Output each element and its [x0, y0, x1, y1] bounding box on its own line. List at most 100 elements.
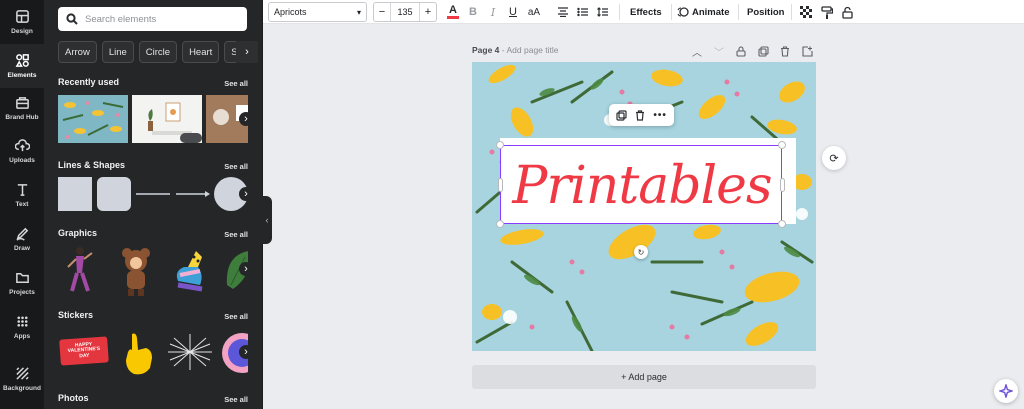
more-options-icon[interactable]: ••• — [653, 110, 667, 121]
trash-svg — [781, 45, 789, 57]
sticker-valentine-text: HAPPY VALENTINE'S DAY — [67, 341, 101, 360]
shape-square[interactable] — [58, 177, 92, 211]
transparency-icon[interactable] — [799, 4, 813, 20]
move-down-chevron-icon[interactable]: ﹀ — [712, 44, 726, 59]
rail-label-apps: Apps — [13, 333, 31, 340]
rail-item-apps[interactable]: Apps — [0, 305, 44, 349]
chip-arrow[interactable]: Arrow — [58, 41, 97, 63]
page-title: Page 4 - Add page title — [472, 45, 558, 55]
lines-shapes-row — [58, 177, 248, 211]
section-title-recently-used: Recently used — [58, 77, 120, 87]
rotate-handle-icon[interactable]: ↻ — [634, 245, 648, 259]
apps-icon — [16, 316, 28, 327]
duplicate-element-icon[interactable] — [616, 109, 627, 121]
recent-thumb-flowers[interactable] — [58, 95, 128, 143]
stickers-next-chevron-icon[interactable]: › — [239, 345, 253, 359]
paint-roller-icon[interactable] — [820, 4, 834, 20]
page-number-label: Page 4 — [472, 45, 500, 55]
font-family-select[interactable]: Apricots ▾ — [268, 2, 367, 22]
rail-item-uploads[interactable]: Uploads — [0, 129, 44, 173]
resize-handle-top-right[interactable] — [778, 141, 786, 149]
chip-heart[interactable]: Heart — [182, 41, 220, 63]
see-all-graphics[interactable]: See all — [224, 230, 248, 239]
page-actions: ︿ ﹀ — [690, 44, 814, 59]
page-title-separator: - — [499, 45, 507, 55]
line-spacing-icon[interactable] — [596, 4, 610, 20]
rail-item-design[interactable]: Design — [0, 0, 44, 44]
graphic-cake-hand[interactable] — [170, 245, 210, 297]
text-color-swatch — [447, 16, 459, 19]
rail-label-draw: Draw — [14, 245, 30, 252]
rail-label-text: Text — [15, 201, 29, 208]
font-size-increase-button[interactable]: + — [420, 3, 436, 21]
graphic-bear-costume[interactable] — [116, 245, 156, 297]
italic-icon[interactable]: I — [486, 4, 500, 20]
rail-item-elements[interactable]: Elements — [0, 44, 44, 88]
background-icon — [15, 367, 29, 380]
chips-next-chevron-icon[interactable]: › — [236, 41, 258, 63]
rail-item-background[interactable]: Background — [0, 357, 44, 401]
resize-handle-bottom-left[interactable] — [496, 220, 504, 228]
see-all-recently-used[interactable]: See all — [224, 79, 248, 88]
font-size-stepper: − 135 + — [373, 2, 437, 22]
underline-icon[interactable]: U — [506, 4, 520, 20]
rail-label-uploads: Uploads — [9, 157, 35, 164]
toolbar-separator — [738, 4, 739, 20]
duplicate-page-icon[interactable] — [756, 44, 770, 58]
sticker-pointing-hand[interactable] — [118, 330, 158, 376]
sticker-valentine-banner[interactable]: HAPPY VALENTINE'S DAY — [59, 336, 109, 366]
rail-item-text[interactable]: Text — [0, 173, 44, 217]
collapse-panel-chevron-icon[interactable]: ‹ — [262, 196, 272, 244]
transparency-svg — [800, 6, 812, 18]
sticker-starburst[interactable] — [166, 332, 214, 372]
search-box[interactable] — [58, 7, 247, 31]
upload-icon — [14, 139, 30, 152]
filter-chips: Arrow Line Circle Heart Square — [58, 41, 258, 63]
resize-handle-top-left[interactable] — [496, 141, 504, 149]
see-all-photos[interactable]: See all — [224, 395, 248, 404]
add-page-button[interactable]: + Add page — [472, 365, 816, 389]
resize-handle-bottom-right[interactable] — [778, 220, 786, 228]
duplicate-svg — [757, 45, 769, 57]
bullet-list-icon[interactable] — [576, 4, 590, 20]
text-color-button[interactable]: A — [445, 4, 461, 20]
shape-rounded-square[interactable] — [97, 177, 131, 211]
chip-line[interactable]: Line — [101, 41, 134, 63]
search-input[interactable] — [85, 13, 245, 25]
letter-case-icon[interactable]: aA — [525, 4, 543, 20]
animate-button[interactable]: Animate — [692, 4, 729, 20]
graphic-dancer[interactable] — [62, 245, 96, 297]
recent-next-chevron-icon[interactable]: › — [239, 112, 253, 126]
font-size-value[interactable]: 135 — [390, 3, 420, 21]
rail-item-projects[interactable]: Projects — [0, 261, 44, 305]
graphics-row — [58, 245, 248, 297]
rail-item-draw[interactable]: Draw — [0, 217, 44, 261]
section-title-lines-shapes: Lines & Shapes — [58, 160, 126, 170]
regenerate-icon[interactable]: ⟳ — [822, 146, 846, 170]
position-button[interactable]: Position — [747, 4, 784, 20]
room-photo-thumb — [148, 102, 202, 143]
graphics-next-chevron-icon[interactable]: › — [239, 262, 253, 276]
move-up-chevron-icon[interactable]: ︿ — [690, 44, 704, 59]
rail-item-brand-hub[interactable]: Brand Hub — [0, 86, 44, 130]
delete-element-icon[interactable] — [635, 109, 645, 121]
delete-page-icon[interactable] — [778, 44, 792, 58]
add-page-icon[interactable] — [800, 44, 814, 58]
resize-handle-right[interactable] — [780, 178, 785, 192]
text-toolbar: Apricots ▾ − 135 + A B I U aA Effects An… — [263, 0, 1024, 24]
resize-handle-left[interactable] — [498, 178, 503, 192]
see-all-stickers[interactable]: See all — [224, 312, 248, 321]
design-icon — [15, 10, 29, 23]
magic-assistant-icon[interactable] — [994, 379, 1018, 403]
bold-icon[interactable]: B — [466, 4, 480, 20]
add-page-title-input[interactable]: Add page title — [507, 45, 559, 55]
chip-circle[interactable]: Circle — [138, 41, 178, 63]
lock-page-icon[interactable] — [734, 44, 748, 58]
shapes-next-chevron-icon[interactable]: › — [239, 187, 253, 201]
font-size-decrease-button[interactable]: − — [374, 3, 390, 21]
effects-button[interactable]: Effects — [630, 4, 662, 20]
recent-thumb-room[interactable] — [132, 95, 202, 143]
see-all-lines-shapes[interactable]: See all — [224, 162, 248, 171]
lock-icon[interactable] — [840, 4, 854, 20]
align-center-icon[interactable] — [556, 4, 570, 20]
